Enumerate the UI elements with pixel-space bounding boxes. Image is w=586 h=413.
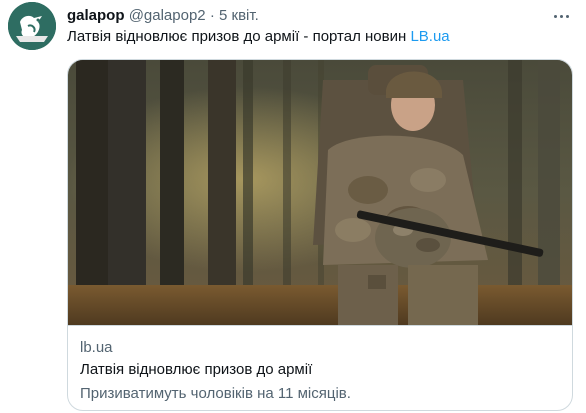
tweet-header: galapop @galapop2 · 5 квіт. [67,6,259,26]
display-name[interactable]: galapop [67,7,125,24]
link-preview-card[interactable]: lb.ua Латвія відновлює призов до армії П… [67,59,573,411]
separator-dot: · [209,7,215,24]
card-body[interactable]: lb.ua Латвія відновлює призов до армії П… [68,325,572,410]
tweet-body-text: Латвія відновлює призов до армії - порта… [67,28,411,45]
card-description: Призиватимуть чоловіків на 11 місяців. [80,385,351,402]
card-image[interactable] [68,60,572,325]
more-horizontal-icon-dot [559,14,563,18]
more-horizontal-icon [553,14,557,18]
bird-avatar-icon [8,2,56,50]
timestamp[interactable]: 5 квіт. [219,7,259,24]
card-domain: lb.ua [80,339,113,356]
soldier-forest-photo [68,60,572,325]
user-handle[interactable]: @galapop2 [129,7,206,24]
tweet-link[interactable]: LB.ua [410,28,449,45]
tweet[interactable]: galapop @galapop2 · 5 квіт. Латвія відно… [0,0,586,413]
more-horizontal-icon-dot [565,14,569,18]
avatar[interactable] [8,2,56,50]
tweet-text: Латвія відновлює призов до армії - порта… [67,27,450,47]
more-options-button[interactable] [550,6,572,26]
card-title: Латвія відновлює призов до армії [80,361,313,378]
